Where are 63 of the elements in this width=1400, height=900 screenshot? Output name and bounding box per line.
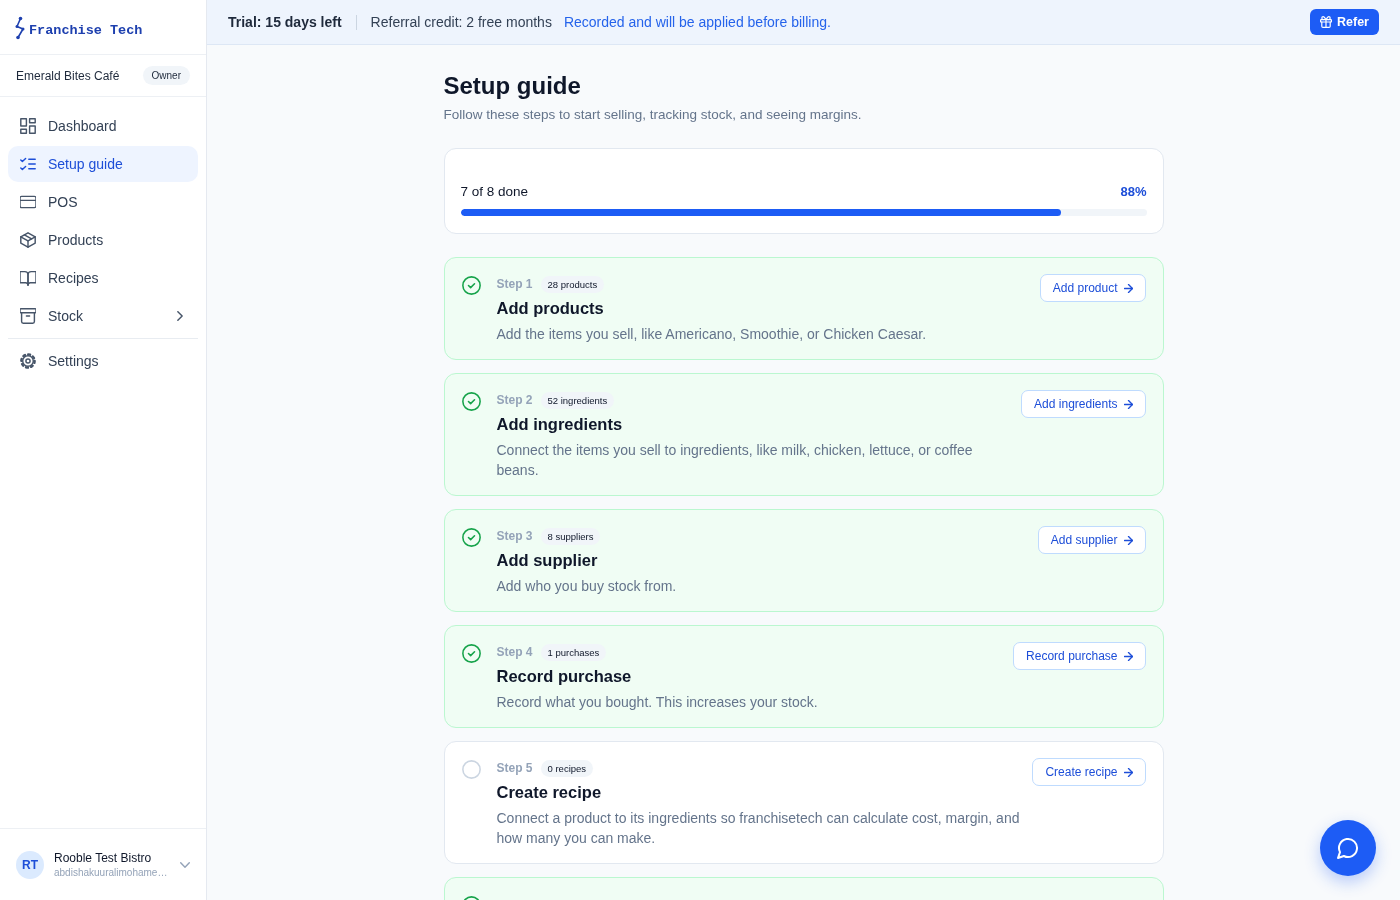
step-description: Add the items you sell, like Americano, Smoothie, or Chicken Caesar.: [496, 325, 928, 344]
nav-item[interactable]: Products: [8, 222, 198, 258]
progress-percent: 88%: [1120, 183, 1147, 199]
nav-item[interactable]: Dashboard: [8, 108, 198, 144]
page-subtitle: Follow these steps to start selling, tracking stock, and seeing margins.: [443, 106, 863, 124]
chat-button[interactable]: [1320, 820, 1376, 876]
count-badge: 1 purchases: [540, 643, 607, 661]
progress-label: 7 of 8 done: [460, 183, 529, 199]
nav-item[interactable]: Recipes: [8, 260, 198, 296]
role-badge: Owner: [142, 66, 190, 85]
step-number: Step 5: [496, 761, 533, 775]
workspace-name: Emerald Bites Café: [16, 68, 120, 83]
grid-icon: [20, 118, 36, 134]
refer-button[interactable]: Refer: [1310, 9, 1379, 35]
archive-box-icon: [20, 308, 36, 324]
nav-item[interactable]: Setup guide: [8, 146, 198, 182]
step-action-button[interactable]: Record purchase: [1013, 642, 1146, 670]
count-badge: 0 recipes: [540, 759, 594, 777]
nav-item[interactable]: Stock: [8, 298, 198, 334]
count-badge: 8 suppliers: [540, 527, 601, 545]
step-number: Step 2: [496, 393, 533, 407]
arrow-right-icon: [1123, 399, 1133, 409]
arrow-right-icon: [1123, 283, 1133, 293]
logo-text: Franchise Tech: [29, 22, 143, 38]
page-title: Setup guide: [443, 71, 582, 101]
user-avatar: RT: [16, 850, 44, 879]
arrow-right-icon: [1123, 767, 1133, 777]
arrow-right-icon: [1123, 651, 1133, 661]
gift-icon: [1320, 16, 1333, 28]
user-name: Rooble Test Bistro: [54, 851, 153, 865]
step-action-button[interactable]: Create recipe: [1032, 758, 1146, 786]
nav-item[interactable]: Settings: [8, 343, 198, 379]
step-action-button[interactable]: Add supplier: [1037, 526, 1146, 554]
step-title: Add products: [496, 298, 605, 319]
referral-credit: Referral credit: 2 free months: [370, 14, 552, 30]
step-action-button[interactable]: Add product: [1039, 274, 1146, 302]
trial-status: Trial: 15 days left: [228, 14, 342, 30]
step-description: Add who you buy stock from.: [496, 577, 678, 596]
user-email: abdishakuuralimohame…: [54, 867, 169, 878]
logo-icon: [14, 16, 26, 40]
nav-item[interactable]: POS: [8, 184, 198, 220]
step-title: Record purchase: [496, 666, 633, 687]
step-description: Connect a product to its ingredients so franchisetech can calculate cost, margin, and how many you can make.: [496, 809, 1021, 848]
step-description: Connect the items you sell to ingredients, like milk, chicken, lettuce, or coffee beans.: [496, 441, 974, 480]
step-number: Step 4: [496, 645, 533, 659]
step-description: Record what you bought. This increases your stock.: [496, 693, 819, 712]
chevron-down-icon[interactable]: [180, 861, 190, 868]
arrow-right-icon: [1123, 535, 1133, 545]
book-icon: [20, 270, 36, 286]
step-number: Step 1: [496, 277, 533, 291]
step-action-button[interactable]: Add ingredients: [1021, 390, 1146, 418]
count-badge: 28 products: [540, 275, 605, 293]
step-title: Add ingredients: [496, 414, 624, 435]
checklist-icon: [20, 156, 36, 172]
referral-note: Recorded and will be applied before billing.: [563, 14, 831, 30]
card-icon: [20, 194, 36, 210]
step-title: Add supplier: [496, 550, 599, 571]
box-icon: [20, 232, 36, 248]
count-badge: 52 ingredients: [540, 391, 615, 409]
step-number: Step 3: [496, 529, 533, 543]
step-title: Create recipe: [496, 782, 603, 803]
settings-icon: [20, 353, 36, 369]
chat-bubble-icon: [1337, 837, 1359, 859]
